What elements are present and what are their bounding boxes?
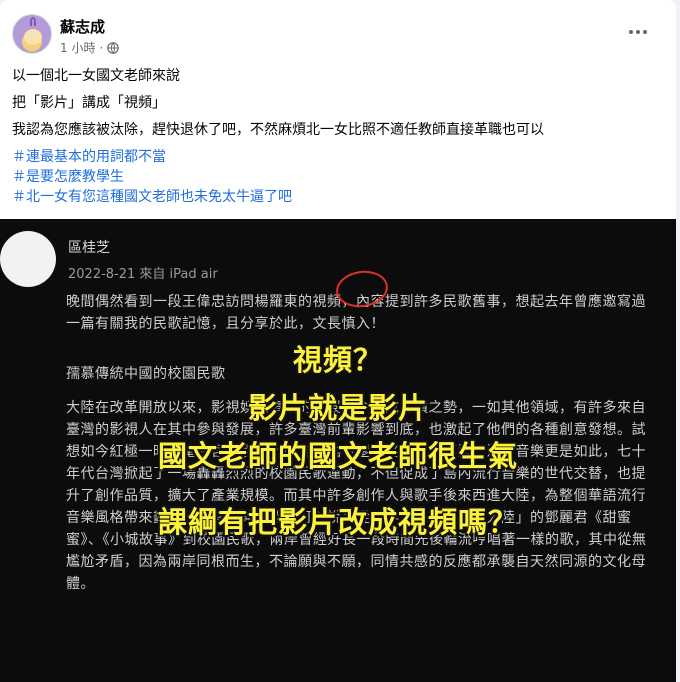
meta-separator: ·	[99, 40, 104, 55]
screenshot-date: 2022-8-21 來自 iPad air	[68, 267, 218, 282]
post-meta: 1 小時 ·	[60, 39, 120, 56]
overlay-caption: 國文老師的國文老師很生氣	[157, 439, 518, 473]
dot	[636, 30, 640, 34]
post-body: 以一個北一女國文老師來說 把「影片」講成「視頻」 我認為您應該被汰除，趕快退休了…	[12, 66, 662, 207]
overlay-caption: 課綱有把影片改成視頻嗎？	[157, 505, 518, 539]
avatar-face	[24, 29, 42, 45]
dot	[643, 30, 647, 34]
hashtag-list: ＃連最基本的用詞都不當 ＃是要怎麼教學生 ＃北一女有您這種國文老師也未免太牛逼了…	[12, 147, 662, 207]
hashtag-link[interactable]: ＃北一女有您這種國文老師也未免太牛逼了吧	[12, 187, 662, 207]
post-image[interactable]: 區桂芝 2022-8-21 來自 iPad air 晚間偶然看到一段王偉忠訪問楊…	[0, 219, 676, 682]
post-time[interactable]: 1 小時	[60, 39, 95, 56]
screenshot-avatar	[0, 231, 56, 287]
dot	[629, 30, 633, 34]
overlay-caption: 視頻？	[292, 343, 383, 377]
more-options-icon[interactable]	[624, 22, 652, 42]
author-name[interactable]: 蘇志成	[60, 16, 105, 37]
post-header: 蘇志成 1 小時 ·	[12, 12, 652, 56]
facebook-post: 蘇志成 1 小時 · 以一個北一女國文老師來說 把「影片」講成「視頻」 我認為您…	[0, 0, 676, 682]
post-paragraph: 把「影片」講成「視頻」	[12, 95, 166, 111]
avatar-antenna	[30, 17, 36, 26]
screenshot-author-name: 區桂芝	[68, 240, 110, 256]
post-paragraph: 我認為您應該被汰除，趕快退休了吧，不然麻煩北一女比照不適任教師直接革職也可以	[12, 122, 544, 138]
hashtag-link[interactable]: ＃是要怎麼教學生	[12, 167, 662, 187]
hashtag-link[interactable]: ＃連最基本的用詞都不當	[12, 147, 662, 167]
post-paragraph: 以一個北一女國文老師來說	[12, 68, 180, 84]
overlay-caption: 影片就是影片	[247, 391, 428, 425]
globe-icon[interactable]	[107, 41, 120, 54]
author-avatar[interactable]	[12, 14, 52, 54]
